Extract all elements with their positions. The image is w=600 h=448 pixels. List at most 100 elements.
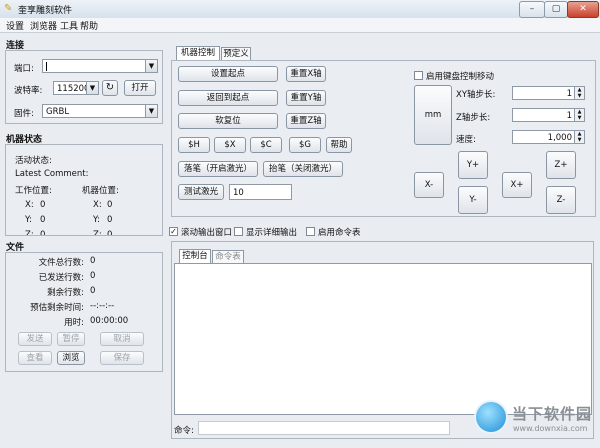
spinner-arrows-icon[interactable]: ▲ ▼ — [574, 109, 584, 121]
y-work-value: 0 — [40, 215, 46, 225]
help-button[interactable]: 帮助 — [326, 137, 352, 153]
command-table-label: 启用命令表 — [318, 228, 361, 238]
menu-help[interactable]: 帮助 — [80, 19, 98, 32]
menu-bar: 设置 浏览器 工具 帮助 — [0, 18, 600, 33]
chevron-down-icon: ▼ — [145, 105, 157, 117]
baud-label: 波特率: — [14, 86, 43, 96]
chevron-down-icon: ▼ — [86, 82, 98, 94]
app-icon: ✎ — [4, 3, 13, 14]
pause-button[interactable]: 暂停 — [57, 332, 85, 346]
unit-toggle-button[interactable]: mm — [414, 85, 452, 145]
maximize-button[interactable]: ▢ — [544, 1, 568, 18]
cmd-x-button[interactable]: $X — [214, 137, 246, 153]
y-work-label: Y: — [25, 215, 32, 225]
spinner-arrows-icon[interactable]: ▲ ▼ — [574, 87, 584, 99]
command-table-checkbox[interactable] — [306, 227, 315, 236]
keyboard-control-label: 启用键盘控制移动 — [426, 72, 495, 82]
scroll-output-label: 滚动输出窗口 — [181, 228, 233, 238]
cmd-g-button[interactable]: $G — [289, 137, 321, 153]
set-origin-button[interactable]: 设置起点 — [178, 66, 278, 82]
baud-select[interactable]: 115200 ▼ — [53, 81, 99, 95]
reset-z-button[interactable]: 重置Z轴 — [286, 113, 326, 129]
soft-reset-button[interactable]: 软复位 — [178, 113, 278, 129]
firmware-label: 固件: — [14, 109, 34, 119]
browse-button[interactable]: 浏览 — [57, 351, 85, 365]
minimize-button[interactable]: – — [519, 1, 545, 18]
z-machine-label: Z: — [93, 230, 102, 236]
jog-y-minus-button[interactable]: Y- — [458, 186, 488, 214]
cmd-c-button[interactable]: $C — [250, 137, 282, 153]
reset-x-button[interactable]: 重置X轴 — [286, 66, 326, 82]
total-rows-value: 0 — [90, 256, 96, 266]
pen-down-button[interactable]: 落笔（开启激光） — [178, 161, 258, 177]
cmd-h-button[interactable]: $H — [178, 137, 210, 153]
z-work-value: 0 — [40, 230, 46, 236]
save-button[interactable]: 保存 — [100, 351, 144, 365]
firmware-select[interactable]: GRBL ▼ — [42, 104, 158, 118]
pen-up-button[interactable]: 抬笔（关闭激光） — [263, 161, 343, 177]
spinner-arrows-icon[interactable]: ▲ ▼ — [574, 131, 584, 143]
x-machine-value: 0 — [107, 200, 113, 210]
close-button[interactable]: ✕ — [567, 1, 599, 18]
port-label: 端口: — [14, 64, 34, 74]
latest-comment-label: Latest Comment: — [15, 169, 89, 179]
machine-state-panel: 活动状态: Latest Comment: 工作位置: 机器位置: X: 0 X… — [5, 144, 163, 236]
laser-power-input[interactable]: 10 — [229, 184, 292, 200]
speed-value: 1,000 — [547, 133, 572, 143]
cancel-button[interactable]: 取消 — [100, 332, 144, 346]
window-title: 奎享雕刻软件 — [18, 6, 73, 16]
keyboard-control-checkbox[interactable] — [414, 71, 423, 80]
xy-step-label: XY轴步长: — [456, 90, 496, 100]
jog-x-plus-button[interactable]: X+ — [502, 172, 532, 198]
firmware-value: GRBL — [46, 107, 70, 117]
remaining-rows-value: 0 — [90, 286, 96, 296]
sent-rows-label: 已发送行数: — [38, 273, 84, 283]
view-button[interactable]: 查看 — [18, 351, 52, 365]
z-machine-value: 0 — [107, 230, 113, 236]
sent-rows-value: 0 — [90, 271, 96, 281]
console-output[interactable] — [174, 263, 592, 415]
jog-z-minus-button[interactable]: Z- — [546, 186, 576, 214]
duration-value: 00:00:00 — [90, 316, 129, 326]
x-machine-label: X: — [93, 200, 102, 210]
xy-step-spinner[interactable]: 1 ▲ ▼ — [512, 86, 585, 100]
jog-z-plus-button[interactable]: Z+ — [546, 151, 576, 179]
refresh-icon[interactable]: ↻ — [102, 80, 118, 96]
x-work-value: 0 — [40, 200, 46, 210]
z-work-label: Z: — [25, 230, 34, 236]
scroll-output-checkbox[interactable]: ✓ — [169, 227, 178, 236]
tab-predefined[interactable]: 预定义 — [221, 47, 251, 60]
menu-tools[interactable]: 工具 — [60, 19, 78, 32]
speed-spinner[interactable]: 1,000 ▲ ▼ — [512, 130, 585, 144]
open-button[interactable]: 打开 — [124, 80, 156, 96]
work-position-label: 工作位置: — [15, 186, 52, 196]
estimated-time-label: 预估剩余时间: — [30, 303, 84, 313]
watermark-url: www.downxia.com — [513, 424, 588, 433]
jog-x-minus-button[interactable]: X- — [414, 172, 444, 198]
test-laser-button[interactable]: 测试激光 — [178, 184, 224, 200]
menu-browser[interactable]: 浏览器 — [30, 19, 57, 32]
total-rows-label: 文件总行数: — [38, 258, 84, 268]
command-label: 命令: — [174, 426, 194, 436]
baud-value: 115200 — [57, 84, 90, 94]
speed-label: 速度: — [456, 135, 476, 145]
z-step-spinner[interactable]: 1 ▲ ▼ — [512, 108, 585, 122]
reset-y-button[interactable]: 重置Y轴 — [286, 90, 326, 106]
watermark-logo-icon — [476, 402, 506, 432]
jog-y-plus-button[interactable]: Y+ — [458, 151, 488, 179]
activity-state-label: 活动状态: — [15, 156, 52, 166]
verbose-output-checkbox[interactable] — [234, 227, 243, 236]
x-work-label: X: — [25, 200, 34, 210]
command-input[interactable] — [198, 421, 450, 435]
send-button[interactable]: 发送 — [18, 332, 52, 346]
duration-label: 用时: — [64, 318, 84, 328]
xy-step-value: 1 — [566, 89, 572, 99]
menu-settings[interactable]: 设置 — [6, 19, 24, 32]
return-origin-button[interactable]: 返回到起点 — [178, 90, 278, 106]
y-machine-value: 0 — [107, 215, 113, 225]
tab-machine-control[interactable]: 机器控制 — [176, 46, 220, 60]
z-step-value: 1 — [566, 111, 572, 121]
port-select[interactable]: ▼ — [42, 59, 158, 73]
text-cursor — [46, 62, 47, 71]
watermark-brand: 当下软件园 — [512, 405, 593, 423]
